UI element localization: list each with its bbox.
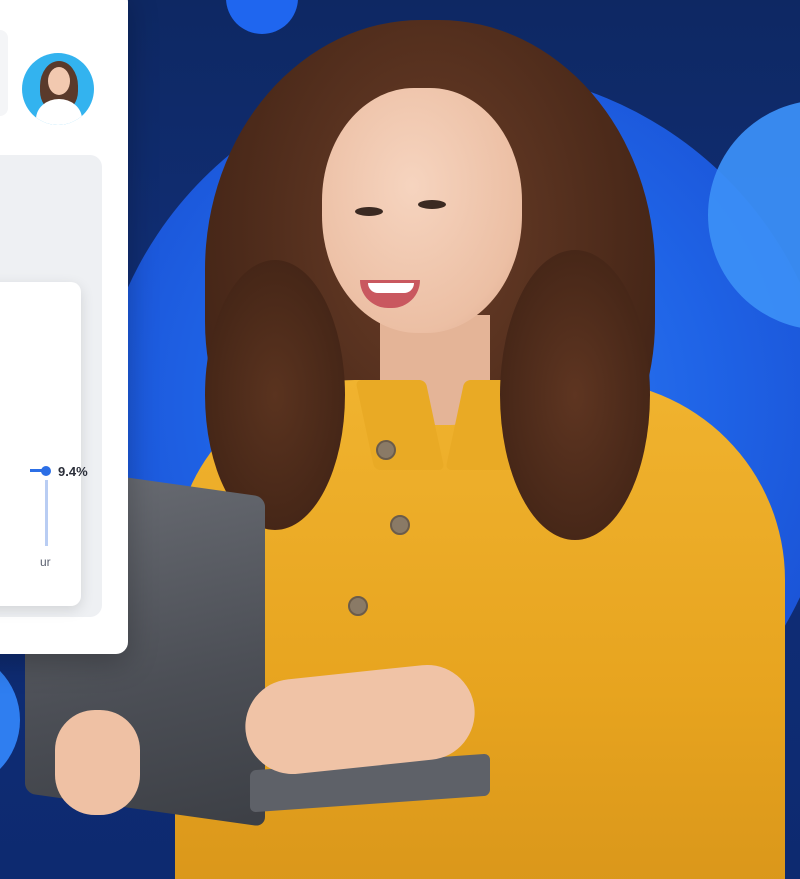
woman-hair-right — [500, 250, 650, 540]
woman-hand-left — [55, 710, 140, 815]
dashboard-card — [0, 0, 128, 654]
woman-eye-right — [418, 200, 446, 209]
chart-data-label: 9.4% — [58, 464, 88, 479]
chart-data-point — [41, 466, 51, 476]
woman-face — [322, 88, 522, 333]
chart-stem — [45, 480, 48, 546]
woman-hair-left — [205, 260, 345, 530]
shirt-button — [390, 515, 410, 535]
woman-eye-left — [355, 207, 383, 216]
chart-axis-label: ur — [40, 555, 51, 569]
shirt-button — [348, 596, 368, 616]
avatar-face — [48, 67, 70, 95]
shirt-button — [376, 440, 396, 460]
dashboard-header-block — [0, 30, 8, 116]
decorative-circle-top — [226, 0, 298, 34]
decorative-circle-left — [0, 650, 20, 790]
woman-teeth — [368, 283, 414, 293]
profile-avatar-icon[interactable] — [22, 53, 94, 125]
hero-scene: 9.4% ur — [0, 0, 800, 879]
